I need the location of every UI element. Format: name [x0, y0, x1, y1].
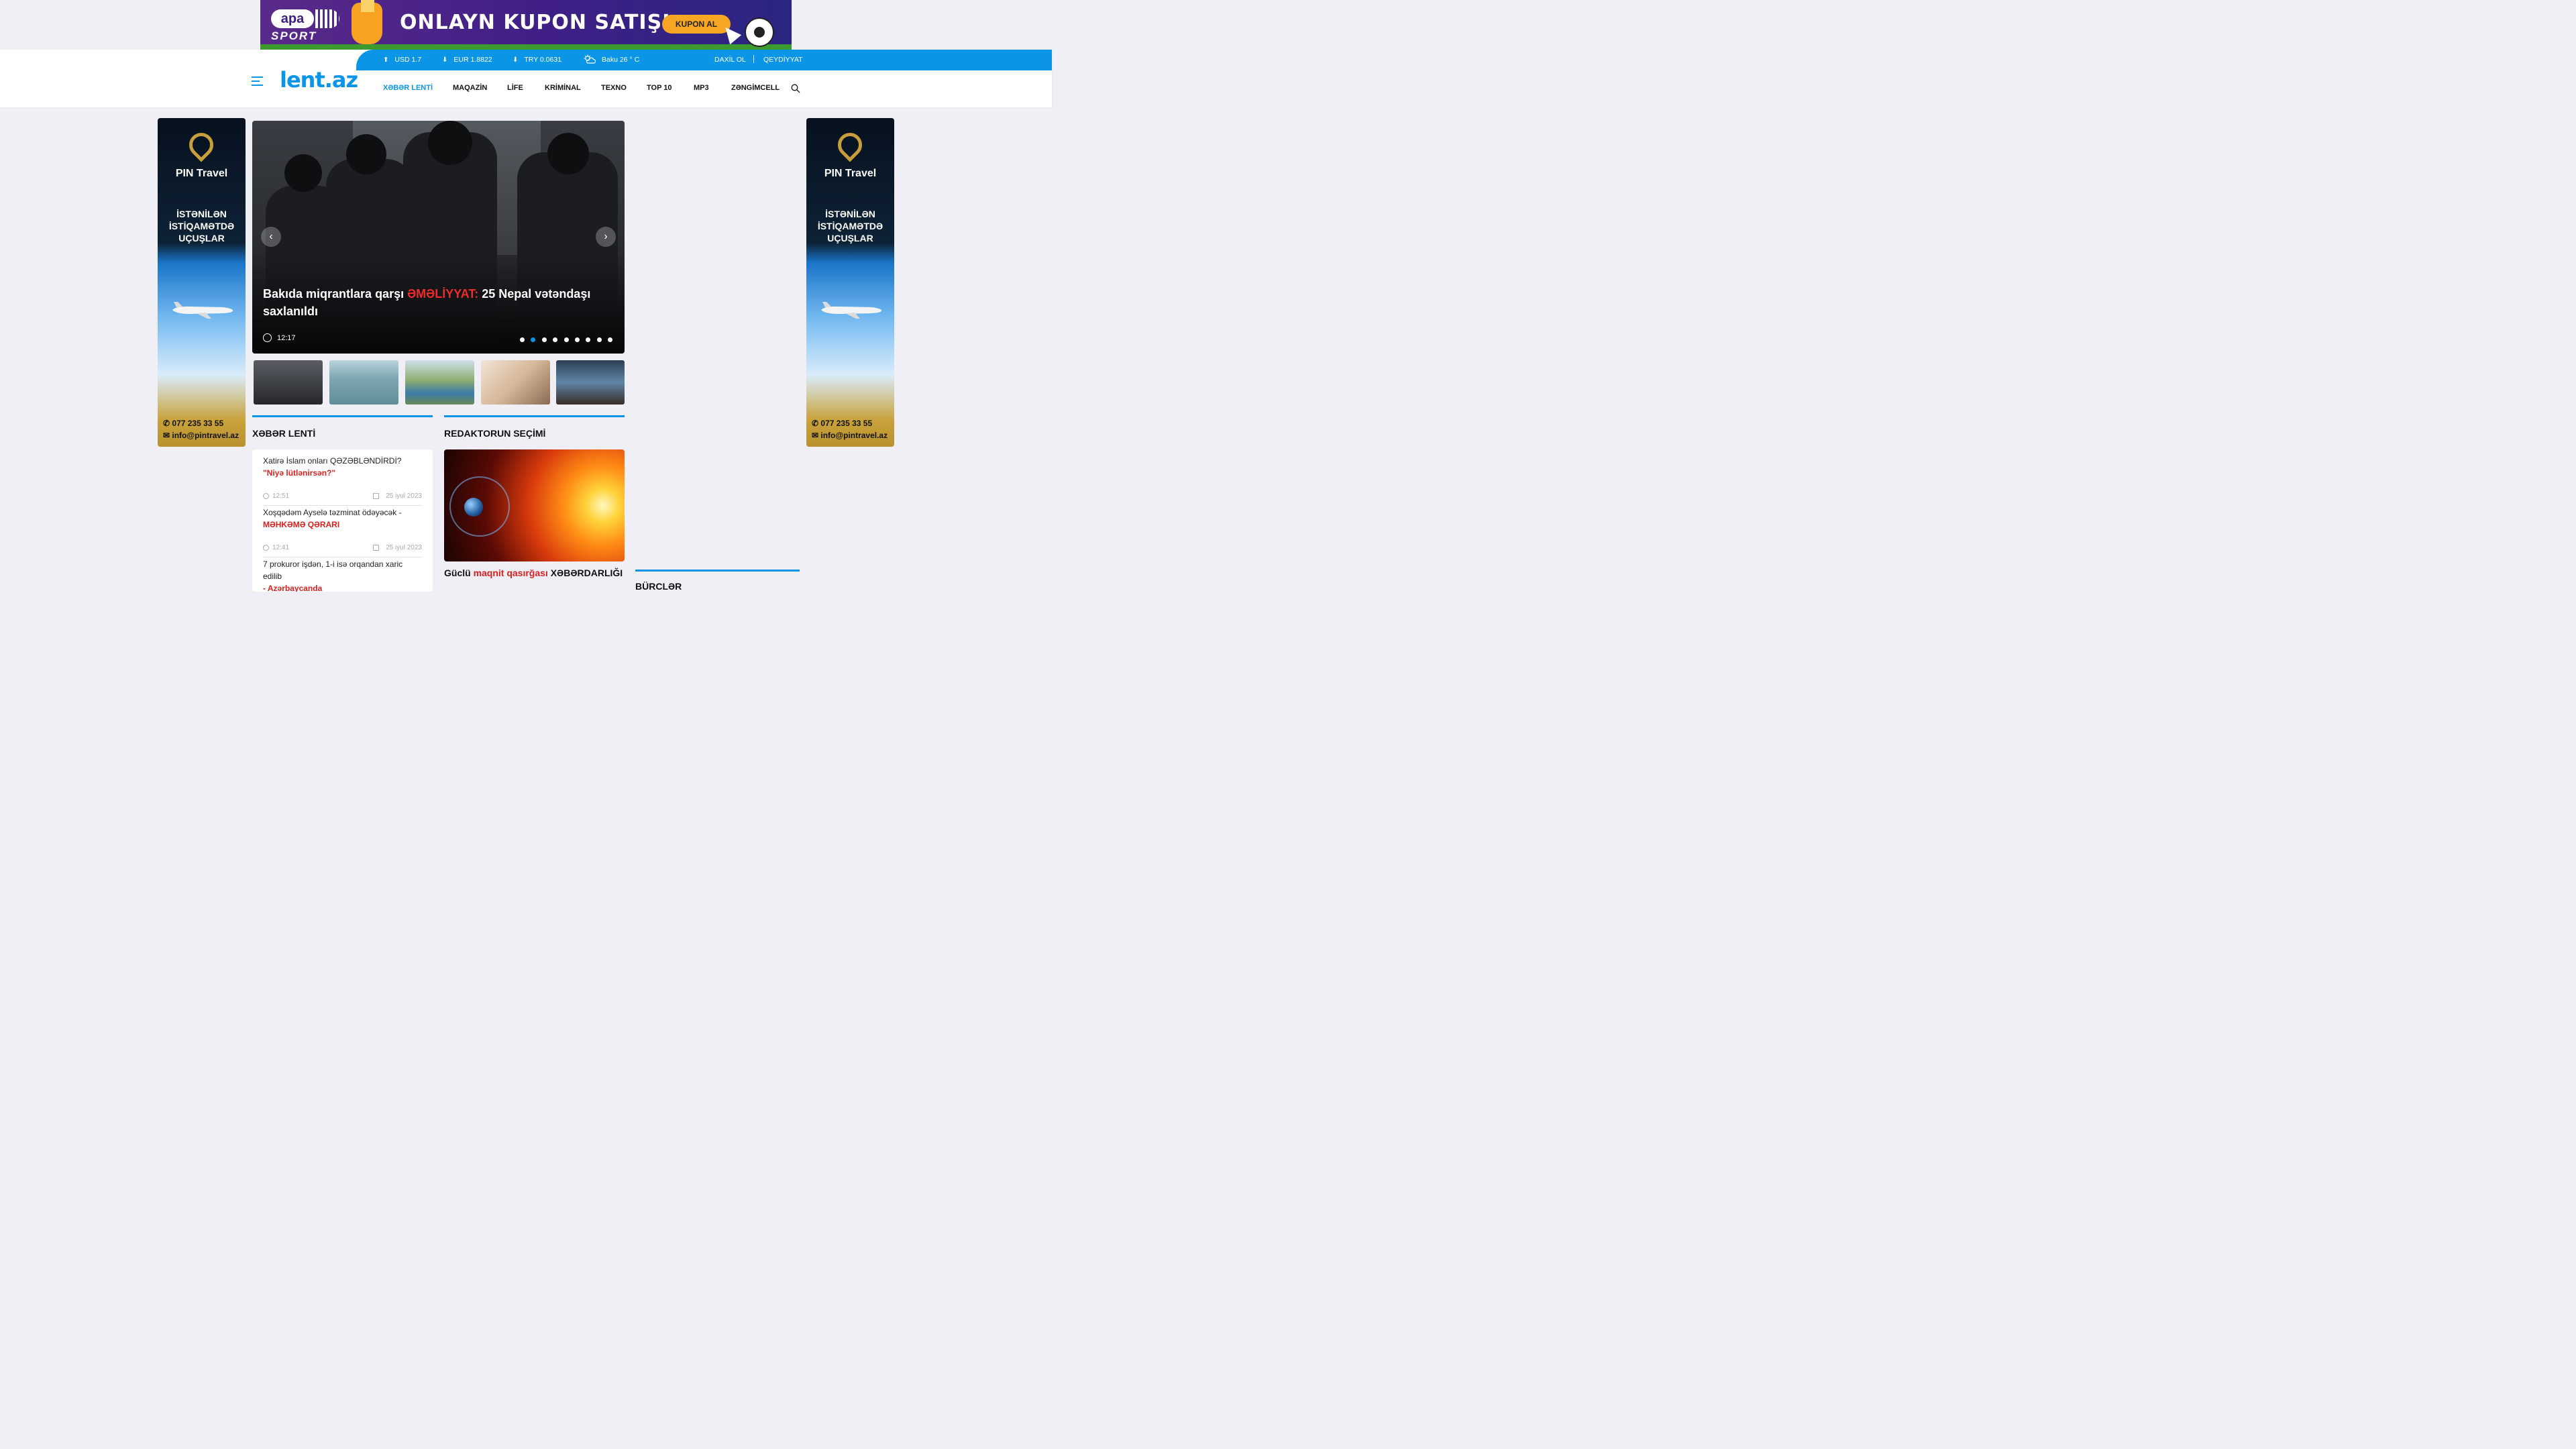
news-item[interactable]: Xoşqədəm Ayselə təzminat ödəyəcək - MƏHK… [263, 506, 422, 557]
banner-grass [260, 44, 792, 50]
news-item[interactable]: Xatirə İslam onları QƏZƏBLƏNDİRDİ? "Niyə… [263, 455, 422, 506]
editor-pick-bar [444, 415, 625, 417]
usd-rate: ⬆ USD 1.7 [383, 56, 422, 64]
airplane-icon [821, 302, 881, 319]
slider-prev-button[interactable]: ‹ [261, 227, 281, 247]
ad-email: ✉ info@pintravel.az [812, 431, 888, 440]
editor-pick-title: REDAKTORUN SEÇİMİ [444, 428, 546, 439]
slider-dot[interactable] [564, 337, 569, 342]
currency-ticker: ⬆ USD 1.7 ⬇ EUR 1.8822 ⬇ TRY 0.0631 Baku 26… [356, 50, 1052, 70]
slider-dot[interactable] [575, 337, 580, 342]
ad-phone: ✆ 077 235 33 55 [163, 419, 224, 428]
thumbnail-boat[interactable] [405, 360, 474, 405]
calendar-icon [373, 545, 379, 551]
thumbnail-water[interactable] [329, 360, 398, 405]
slide-time: 12:17 [277, 334, 296, 342]
site-header: ⬆ USD 1.7 ⬇ EUR 1.8822 ⬇ TRY 0.0631 Baku 26… [0, 50, 1052, 107]
apa-logo: apa [271, 9, 314, 28]
cloud-sun-icon [584, 54, 596, 64]
apa-logo-stripes [315, 9, 339, 28]
news-feed-title: XƏBƏR LENTİ [252, 428, 316, 439]
clock-icon [263, 545, 269, 551]
map-pin-icon [833, 127, 867, 162]
mail-icon: ✉ [163, 431, 172, 440]
nav-item-zengimcell[interactable]: ZƏNGİMCELL [731, 84, 780, 92]
slider-dot-active[interactable] [531, 337, 535, 342]
slider-dot[interactable] [608, 337, 612, 342]
thumbs-up-tip [361, 0, 374, 12]
down-arrow-icon: ⬇ [442, 56, 448, 64]
weather-text: Baku 26 ° C [602, 56, 640, 64]
thumbnail-knife[interactable] [481, 360, 550, 405]
mail-icon: ✉ [812, 431, 821, 440]
map-pin-icon [184, 127, 219, 162]
editor-pick-caption[interactable]: Güclü maqnit qasırğası XƏBƏRDARLIĞI [444, 568, 623, 578]
news-item[interactable]: 7 prokuror işdən, 1-i isə orqandan xaric… [263, 558, 422, 592]
ad-brand: PIN Travel [824, 168, 877, 179]
slide-image-helmet [428, 121, 472, 165]
side-ad-left[interactable]: PIN Travel İSTƏNİLƏN İSTİQAMƏTDƏ UÇUŞLAR… [158, 118, 246, 447]
slide-title[interactable]: Bakıda miqrantlara qarşı ƏMƏLİYYAT: 25 N… [263, 285, 612, 320]
slider-next-button[interactable]: › [596, 227, 616, 247]
down-arrow-icon: ⬇ [513, 56, 519, 64]
airplane-icon [172, 302, 233, 319]
slider-dot[interactable] [597, 337, 602, 342]
try-rate: ⬇ TRY 0.0631 [513, 56, 562, 64]
slider-thumbnails [254, 360, 625, 405]
nav-item-maqazin[interactable]: MAQAZİN [453, 84, 487, 92]
slide-image-helmet [284, 154, 322, 192]
slider-dot[interactable] [542, 337, 547, 342]
nav-item-top10[interactable]: TOP 10 [647, 84, 672, 92]
thumbnail-police[interactable] [254, 360, 323, 405]
horoscope-title: BÜRCLƏR [635, 581, 682, 592]
login-link[interactable]: DAXİL OL [714, 56, 746, 64]
thumbnail-people[interactable] [556, 360, 625, 405]
slide-image-helmet [547, 133, 589, 174]
news-feed-list: Xatirə İslam onları QƏZƏBLƏNDİRDİ? "Niyə… [252, 449, 433, 592]
top-banner-ad[interactable]: apa SPORT ONLAYN KUPON SATIŞI KUPON AL [260, 0, 792, 50]
nav-item-mp3[interactable]: MP3 [694, 84, 709, 92]
horoscope-bar [635, 570, 800, 572]
slider-dot[interactable] [520, 337, 525, 342]
up-arrow-icon: ⬆ [383, 56, 389, 64]
editor-pick-image[interactable] [444, 449, 625, 561]
slider-dot[interactable] [553, 337, 557, 342]
site-logo[interactable]: lent.az [280, 67, 358, 93]
nav-item-life[interactable]: LİFE [507, 84, 523, 92]
ad-phone: ✆ 077 235 33 55 [812, 419, 873, 428]
calendar-icon [373, 493, 379, 499]
ad-brand: PIN Travel [175, 168, 228, 179]
ad-slogan: İSTƏNİLƏN İSTİQAMƏTDƏ UÇUŞLAR [168, 209, 235, 244]
search-icon[interactable] [791, 84, 800, 93]
apa-sport-label: SPORT [271, 30, 317, 42]
football-icon [745, 17, 774, 47]
ad-email: ✉ info@pintravel.az [163, 431, 239, 440]
earth-graphic [464, 498, 483, 517]
phone-icon: ✆ [812, 419, 821, 428]
side-ad-right[interactable]: PIN Travel İSTƏNİLƏN İSTİQAMƏTDƏ UÇUŞLAR… [806, 118, 894, 447]
clock-icon [263, 493, 269, 499]
nav-item-kriminal[interactable]: KRİMİNAL [545, 84, 581, 92]
eur-rate: ⬇ EUR 1.8822 [442, 56, 492, 64]
phone-icon: ✆ [163, 419, 172, 428]
banner-headline: ONLAYN KUPON SATIŞI [400, 11, 671, 34]
news-feed-bar [252, 415, 433, 417]
register-link[interactable]: QEYDİYYAT [763, 56, 803, 64]
ad-slogan: İSTƏNİLƏN İSTİQAMƏTDƏ UÇUŞLAR [817, 209, 883, 244]
auth-separator [753, 55, 754, 63]
divider [263, 505, 422, 506]
clock-icon [263, 333, 272, 342]
slider-dot[interactable] [586, 337, 590, 342]
menu-icon[interactable] [252, 76, 263, 86]
nav-item-xeber-lenti[interactable]: XƏBƏR LENTİ [383, 84, 433, 92]
nav-item-texno[interactable]: TEXNO [601, 84, 627, 92]
headline-slider[interactable]: ‹ › Bakıda miqrantlara qarşı ƏMƏLİYYAT: … [252, 121, 625, 354]
slide-image-helmet [346, 134, 386, 174]
